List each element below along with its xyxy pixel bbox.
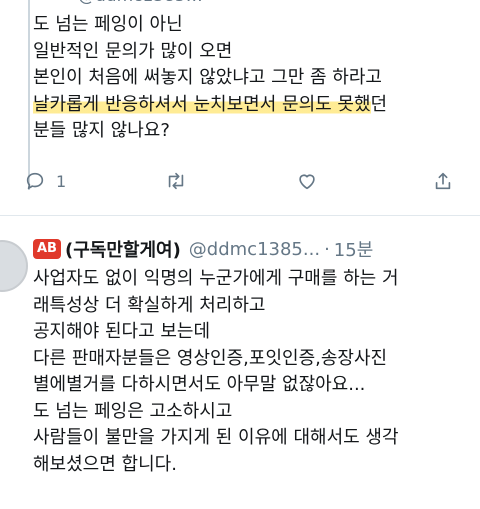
tweet-2-line-5: 별에별거를 다하시면서도 아무말 없잖아요... — [33, 374, 366, 395]
like-button[interactable] — [296, 170, 318, 192]
reply-count: 1 — [56, 171, 67, 191]
timestamp[interactable]: 15분 — [334, 236, 373, 262]
separator-dot: · — [324, 238, 330, 260]
tweet-1-line-4-tail: 던 — [370, 93, 388, 115]
tweet-1-line-2: 일반적인 문의가 많이 오면 — [33, 40, 233, 62]
tweet-1-line-1: 도 넘는 페잉이 아닌 — [33, 14, 183, 35]
tweet-2-header: AB (구독만할게여) @ddmc1385... · 15분 — [33, 236, 373, 262]
tweet-2-line-4: 다른 판매자분들은 영상인증,포잇인증,송장사진 — [33, 347, 388, 369]
tweet-1-text: 도 넘는 페잉이 아닌 일반적인 문의가 많이 오면 본인이 처음에 써놓지 않… — [33, 12, 473, 145]
tweet-1-line-3: 본인이 처음에 써놓지 않았냐고 그만 좀 하라고 — [33, 67, 382, 88]
avatar[interactable] — [0, 240, 28, 292]
tweet-2-text: 사업자도 없이 익명의 누군가에게 구매를 하는 거 래특성상 더 확실하게 처… — [33, 266, 479, 478]
tweet-1-line-5: 분들 많지 않나요? — [33, 120, 170, 141]
tweet-2-line-7: 사람들이 불만을 가지게 된 이유에 대해서도 생각 — [33, 427, 399, 448]
ab-emoji-badge: AB — [33, 239, 61, 259]
share-button[interactable] — [432, 170, 454, 192]
like-icon — [299, 174, 315, 190]
tweet-2-line-3: 공지해야 된다고 보는데 — [33, 321, 211, 342]
reply-button[interactable]: 1 — [24, 170, 66, 192]
highlighted-text: 날카롭게 반응하셔서 눈치보면서 문의도 못했 — [33, 93, 371, 115]
thread-connector-line — [28, 0, 30, 190]
display-name[interactable]: (구독만할게여) — [65, 236, 181, 262]
tweet-2-line-6: 도 넘는 페잉은 고소하시고 — [33, 400, 233, 422]
user-handle[interactable]: @ddmc1385... — [189, 239, 320, 260]
tweet-2-line-2: 래특성상 더 확실하게 처리하고 — [33, 294, 266, 316]
tweet-2-line-8: 해보셨으면 합니다. — [33, 453, 177, 475]
cut-off-tweet-header: @ddmc1385… — [0, 0, 480, 8]
retweet-icon — [168, 172, 184, 190]
tweet-divider — [0, 215, 480, 216]
tweet-2-line-1: 사업자도 없이 익명의 누군가에게 구매를 하는 거 — [33, 268, 399, 289]
reply-icon — [26, 172, 44, 190]
tweet-1-action-bar: 1 — [18, 170, 458, 206]
share-icon — [435, 172, 451, 190]
retweet-button[interactable] — [164, 170, 188, 192]
